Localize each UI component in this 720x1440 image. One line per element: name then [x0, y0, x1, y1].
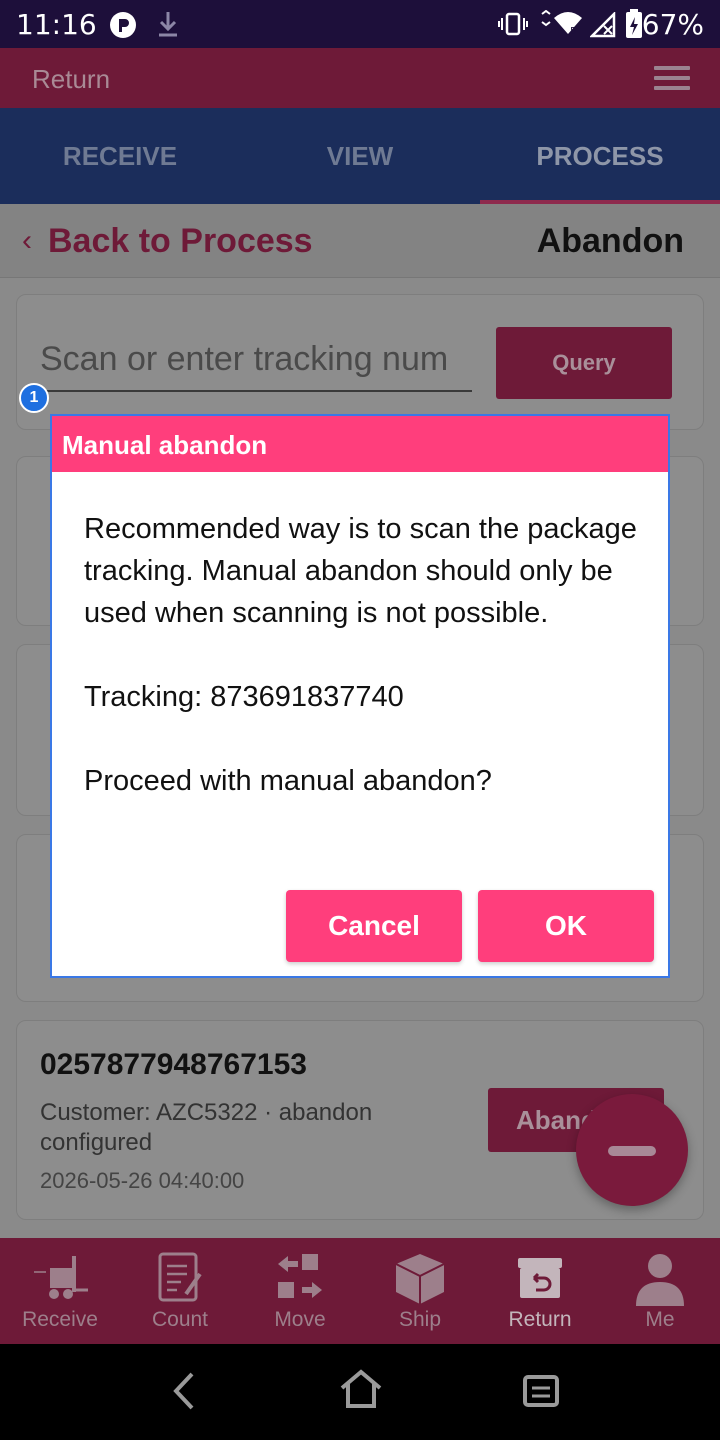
app-bar: Return [0, 48, 720, 108]
person-icon [636, 1254, 684, 1306]
page-title: Abandon [536, 222, 684, 260]
battery-percent: 67% [641, 8, 704, 41]
clipboard-icon [158, 1252, 202, 1302]
nav-ship[interactable]: Ship [360, 1238, 480, 1344]
nav-ship-label: Ship [398, 1308, 442, 1331]
customer-info: Customer: AZC5322 · abandon configured [40, 1099, 373, 1156]
dialog-prompt: Proceed with manual abandon? [84, 765, 492, 797]
fab-minus-button[interactable] [576, 1094, 688, 1206]
signal-icon [590, 12, 616, 38]
tab-view[interactable]: VIEW [240, 108, 480, 204]
nav-move[interactable]: Move [240, 1238, 360, 1344]
query-button[interactable]: Query [496, 327, 672, 399]
nav-receive-label: Receive [22, 1308, 98, 1331]
home-icon[interactable] [336, 1366, 386, 1416]
dialog-tracking: Tracking: 873691837740 [84, 681, 404, 713]
dialog-body: Recommended way is to scan the package t… [84, 508, 644, 802]
forklift-icon [34, 1256, 88, 1299]
nav-move-label: Move [274, 1308, 326, 1331]
nav-count[interactable]: Count [120, 1238, 240, 1344]
dialog-message: Recommended way is to scan the package t… [84, 513, 637, 629]
tab-receive[interactable]: RECEIVE [0, 108, 240, 204]
notification-badge: 1 [19, 383, 49, 413]
tracking-input[interactable]: Scan or enter tracking num [40, 340, 472, 392]
system-nav-bar [0, 1344, 720, 1440]
status-time: 11:16 [16, 8, 97, 41]
recents-icon[interactable] [516, 1366, 566, 1416]
sub-header: ‹ Back to Process Abandon [0, 204, 720, 278]
back-icon[interactable] [160, 1366, 210, 1416]
tab-bar: RECEIVE VIEW PROCESS [0, 108, 720, 204]
wifi-icon: 5 [541, 10, 582, 37]
download-icon [159, 12, 177, 37]
nav-receive[interactable]: Receive [0, 1238, 120, 1344]
cancel-button[interactable]: Cancel [286, 890, 462, 962]
app-title: Return [32, 64, 111, 94]
timestamp: 2026-05-26 04:40:00 [40, 1168, 245, 1193]
chevron-left-icon[interactable]: ‹ [22, 224, 32, 258]
nav-return-label: Return [508, 1308, 572, 1331]
status-bar: 11:16 5 67% [0, 0, 720, 48]
app-notification-icon [110, 12, 136, 38]
return-box-icon [518, 1258, 562, 1298]
back-to-process-link[interactable]: Back to Process [48, 222, 313, 261]
dialog-header: Manual abandon [52, 416, 668, 472]
dialog-title: Manual abandon [62, 430, 268, 460]
hamburger-menu-icon[interactable] [654, 66, 690, 90]
nav-me[interactable]: Me [600, 1238, 720, 1344]
vibrate-icon [498, 12, 528, 36]
nav-me-label: Me [645, 1308, 675, 1331]
tab-process[interactable]: PROCESS [480, 108, 720, 204]
nav-return[interactable]: Return [480, 1238, 600, 1344]
tracking-number: 0257877948767153 [40, 1048, 307, 1081]
nav-count-label: Count [151, 1308, 209, 1331]
move-arrows-icon [278, 1254, 322, 1298]
box-icon [395, 1254, 445, 1304]
ok-button[interactable]: OK [478, 890, 654, 962]
minus-icon [608, 1146, 656, 1156]
svg-text:5: 5 [570, 26, 576, 37]
bottom-navigation: Receive Count Move Ship Return Me [0, 1238, 720, 1344]
manual-abandon-dialog: Manual abandon Recommended way is to sca… [50, 414, 670, 978]
